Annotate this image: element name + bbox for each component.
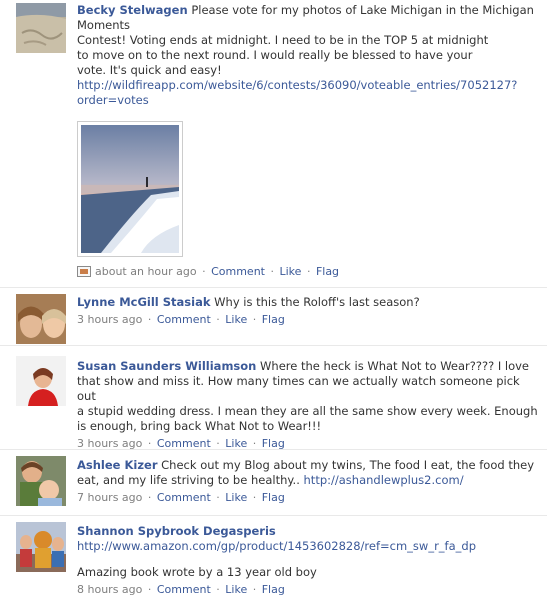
feed-story: Shannon Spybrook Degasperis http://www.a… [0,516,547,608]
post-message: that show and miss it. How many times ca… [77,374,520,403]
news-feed: Becky Stelwagen Please vote for my photo… [0,0,547,608]
feed-story: Becky Stelwagen Please vote for my photo… [0,0,547,288]
flag-link[interactable]: Flag [262,491,285,504]
comment-link[interactable]: Comment [157,491,211,504]
post-message: vote. It's quick and easy! [77,63,222,77]
post-author-link[interactable]: Susan Saunders Williamson [77,359,256,373]
post-message: Why is this the Roloff's last season? [214,295,420,309]
comment-link[interactable]: Comment [211,265,265,278]
post-timestamp[interactable]: 7 hours ago [77,491,142,504]
like-link[interactable]: Like [225,437,247,450]
avatar[interactable] [16,456,66,506]
post-timestamp[interactable]: 3 hours ago [77,313,142,326]
post-message: Check out my Blog about my twins, The fo… [161,458,535,472]
post-message: Where the heck is What Not to Wear???? I… [260,359,529,373]
photo-icon [77,266,91,277]
post-timestamp[interactable]: about an hour ago [95,265,197,278]
post-message: to move on to the next round. I would re… [77,48,473,62]
post-author-link[interactable]: Lynne McGill Stasiak [77,295,211,309]
post-timestamp[interactable]: 8 hours ago [77,583,142,596]
post-author-link[interactable]: Becky Stelwagen [77,3,188,17]
post-meta: 3 hours ago · Comment · Like · Flag [77,437,285,450]
post-link[interactable]: http://ashandlewplus2.com/ [304,473,464,487]
post-meta: 3 hours ago · Comment · Like · Flag [77,313,285,326]
post-link[interactable]: http://www.amazon.com/gp/product/1453602… [77,539,476,553]
comment-link[interactable]: Comment [157,313,211,326]
post-message: Contest! Voting ends at midnight. I need… [77,33,489,47]
comment-link[interactable]: Comment [157,437,211,450]
post-link[interactable]: order=votes [77,93,149,107]
post-message: Amazing book wrote by a 13 year old boy [77,565,317,579]
flag-link[interactable]: Flag [262,583,285,596]
post-message: a stupid wedding dress. I mean they are … [77,404,538,418]
post-meta: 7 hours ago · Comment · Like · Flag [77,491,285,504]
avatar[interactable] [16,356,66,406]
post-meta: about an hour ago · Comment · Like · Fla… [77,265,339,279]
like-link[interactable]: Like [225,583,247,596]
post-message: eat, and my life striving to be healthy.… [77,473,304,487]
avatar[interactable] [16,3,66,53]
like-link[interactable]: Like [280,265,302,278]
post-timestamp[interactable]: 3 hours ago [77,437,142,450]
post-author-link[interactable]: Shannon Spybrook Degasperis [77,524,276,538]
attached-photo[interactable] [77,121,183,257]
post-author-link[interactable]: Ashlee Kizer [77,458,158,472]
post-link[interactable]: http://wildfireapp.com/website/6/contest… [77,78,517,92]
feed-story: Ashlee Kizer Check out my Blog about my … [0,450,547,516]
like-link[interactable]: Like [225,491,247,504]
post-meta: 8 hours ago · Comment · Like · Flag [77,583,285,596]
comment-link[interactable]: Comment [157,583,211,596]
post-message: Moments [77,18,131,32]
flag-link[interactable]: Flag [262,437,285,450]
post-message: Please vote for my photos of Lake Michig… [191,3,534,17]
like-link[interactable]: Like [225,313,247,326]
avatar[interactable] [16,294,66,344]
avatar[interactable] [16,522,66,572]
feed-story: Susan Saunders Williamson Where the heck… [0,346,547,450]
feed-story: Lynne McGill Stasiak Why is this the Rol… [0,288,547,346]
post-message: is enough, bring back What Not to Wear!!… [77,419,322,433]
flag-link[interactable]: Flag [262,313,285,326]
flag-link[interactable]: Flag [316,265,339,278]
